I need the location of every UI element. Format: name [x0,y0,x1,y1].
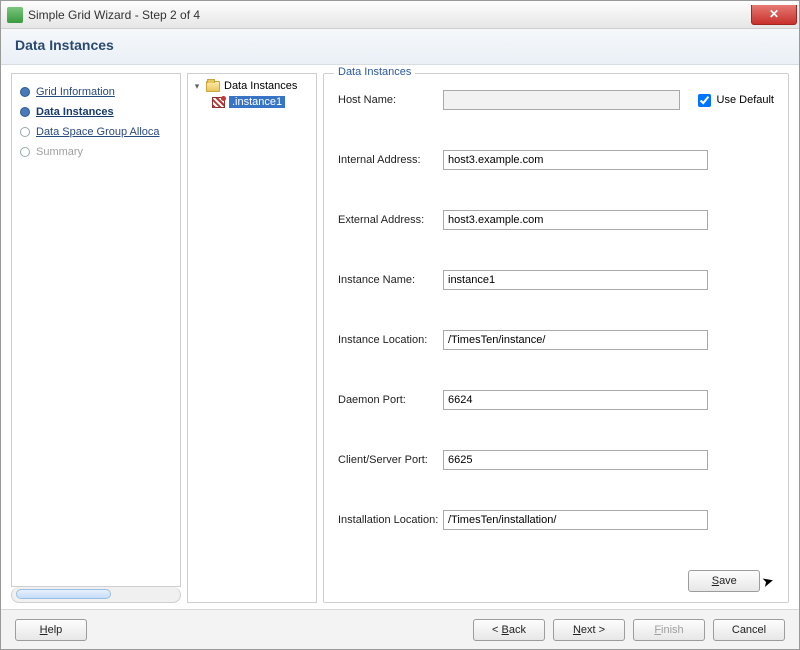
instance-name-label: Instance Name: [338,274,443,286]
instance-name-input[interactable] [443,270,708,290]
sidebar-hscrollbar[interactable] [11,587,181,603]
tree-child-instance1[interactable]: .instance1 [190,94,314,110]
step-summary: Summary [18,142,174,162]
next-button[interactable]: Next > [553,619,625,641]
instance-location-input[interactable] [443,330,708,350]
page-header: Data Instances [1,29,799,65]
client-server-port-label: Client/Server Port: [338,454,443,466]
step-sidebar-wrap: Grid Information Data Instances Data Spa… [11,73,181,603]
data-instances-fieldset: Data Instances Host Name: Use Default In… [323,73,789,603]
body: Grid Information Data Instances Data Spa… [1,65,799,609]
finish-button: Finish [633,619,705,641]
app-icon [7,7,23,23]
wizard-footer: Help < Back Next > Finish Cancel [1,609,799,649]
cancel-button[interactable]: Cancel [713,619,785,641]
back-button[interactable]: < Back [473,619,545,641]
instance-icon [212,97,225,108]
titlebar: Simple Grid Wizard - Step 2 of 4 ✕ [1,1,799,29]
use-default-checkbox-wrap[interactable]: Use Default [694,91,774,110]
mouse-cursor-icon: ➤ [760,571,776,590]
step-sidebar: Grid Information Data Instances Data Spa… [11,73,181,587]
instance-location-label: Instance Location: [338,334,443,346]
tree-child-label: .instance1 [229,96,285,108]
step-dot-icon [20,127,30,137]
window-title: Simple Grid Wizard - Step 2 of 4 [28,8,200,22]
folder-icon [206,81,220,92]
host-name-label: Host Name: [338,94,443,106]
step-dot-icon [20,147,30,157]
external-address-input[interactable] [443,210,708,230]
step-link[interactable]: Data Instances [36,106,114,118]
tree-collapse-icon[interactable]: ▾ [192,81,202,92]
internal-address-label: Internal Address: [338,154,443,166]
help-button[interactable]: Help [15,619,87,641]
step-dot-icon [20,87,30,97]
close-button[interactable]: ✕ [751,5,797,25]
fieldset-legend: Data Instances [334,66,415,78]
external-address-label: External Address: [338,214,443,226]
tree-root-label: Data Instances [224,80,297,92]
step-link[interactable]: Data Space Group Alloca [36,126,160,138]
step-label: Summary [36,146,83,158]
installation-location-label: Installation Location: [338,514,443,526]
daemon-port-input[interactable] [443,390,708,410]
save-button[interactable]: Save [688,570,760,592]
installation-location-input[interactable] [443,510,708,530]
form-pane: Data Instances Host Name: Use Default In… [323,73,789,603]
page-title: Data Instances [15,37,785,53]
host-name-input [443,90,680,110]
internal-address-input[interactable] [443,150,708,170]
client-server-port-input[interactable] [443,450,708,470]
step-data-instances[interactable]: Data Instances [18,102,174,122]
daemon-port-label: Daemon Port: [338,394,443,406]
step-dot-icon [20,107,30,117]
step-grid-information[interactable]: Grid Information [18,82,174,102]
scrollbar-thumb[interactable] [16,589,111,599]
instance-tree: ▾ Data Instances .instance1 [187,73,317,603]
step-data-space-group[interactable]: Data Space Group Alloca [18,122,174,142]
step-link[interactable]: Grid Information [36,86,115,98]
use-default-label: Use Default [717,94,774,106]
tree-root[interactable]: ▾ Data Instances [190,78,314,94]
wizard-window: Simple Grid Wizard - Step 2 of 4 ✕ Data … [0,0,800,650]
use-default-checkbox[interactable] [698,94,711,107]
